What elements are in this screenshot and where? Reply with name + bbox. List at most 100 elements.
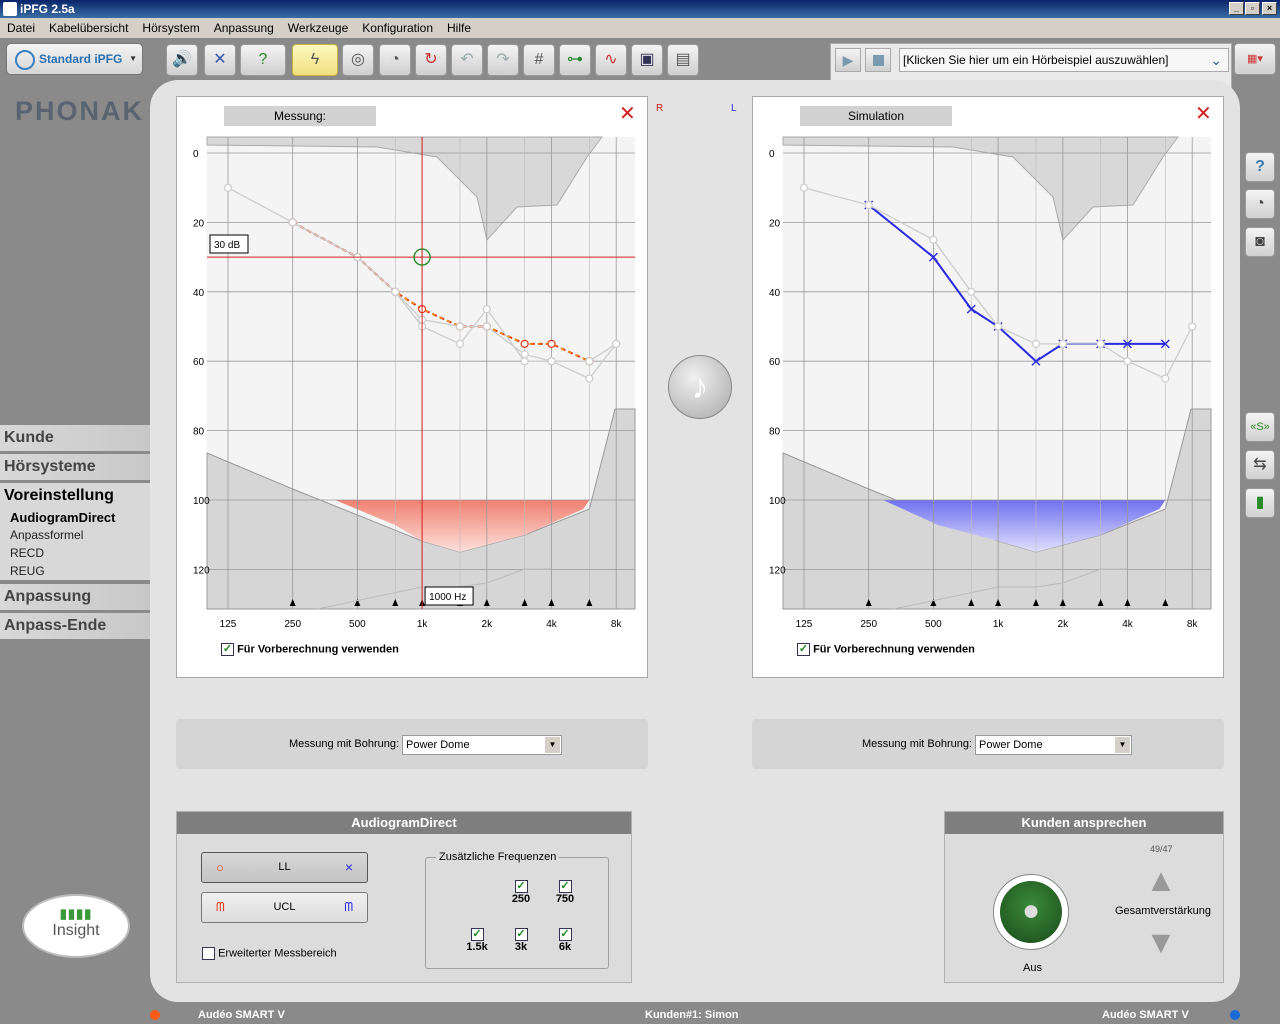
audiogram-chart-left-ear[interactable]: 0 20 40 60 80 100 120 125 250 500 1k 2k 4k 8k	[753, 97, 1223, 637]
kunden-ansprechen-group: Kunden ansprechen ● Aus 49/47 ▲ Gesamtve…	[944, 811, 1224, 983]
ear-help-icon[interactable]: ?	[240, 44, 286, 76]
bohrung-select-right[interactable]: Power Dome ▼	[975, 735, 1132, 755]
chevron-down-icon: ▼	[1115, 737, 1130, 753]
nav-sub-reug[interactable]: REUG	[10, 564, 45, 578]
checkmark-icon: ✓	[558, 880, 572, 893]
redo-icon[interactable]: ↷	[487, 44, 519, 76]
restore-button[interactable]: ▫	[1245, 2, 1260, 15]
y-tick-label: 0	[769, 149, 775, 160]
audiogram-chart-right-ear[interactable]: 0 20 40 60 80 100 120 125 250 500 1k 2k 4k 8k 30 dB 100…	[177, 97, 647, 637]
status-right-device: Audéo SMART V	[1102, 1009, 1189, 1021]
extended-range-label: Erweiterter Messbereich	[218, 947, 337, 960]
data-point-circle	[929, 235, 938, 244]
data-point-circle	[288, 218, 297, 227]
menu-werkzeuge[interactable]: Werkzeuge	[281, 18, 355, 38]
precalc-checkbox-left[interactable]: ✓ Für Vorberechnung verwenden	[221, 643, 399, 656]
network-icon[interactable]: ⊶	[559, 44, 591, 76]
curve-icon[interactable]: ∿	[595, 44, 627, 76]
bohrung-select-left[interactable]: Power Dome ▼	[402, 735, 562, 755]
ucl-button[interactable]: ᗰ UCL ᗰ	[201, 892, 368, 923]
right-toolbar-area	[1240, 80, 1280, 1024]
ll-button[interactable]: ○ LL ×	[201, 852, 368, 883]
status-bar: Audéo SMART V Kunden#1: Simon Audéo SMAR…	[150, 1006, 1240, 1024]
nav-hoersysteme[interactable]: Hörsysteme	[0, 454, 160, 480]
freq-6k[interactable]: ✓ 6k	[550, 928, 580, 953]
camera-icon[interactable]: ◙	[1245, 227, 1275, 257]
menu-konfiguration[interactable]: Konfiguration	[355, 18, 440, 38]
freq-750[interactable]: ✓ 750	[550, 880, 580, 905]
ucl-bracket-icon: ᗰ	[344, 900, 353, 914]
menu-hilfe[interactable]: Hilfe	[440, 18, 478, 38]
swap-icon[interactable]: ⇆	[1245, 450, 1275, 480]
profile-dropdown[interactable]: Standard iPFG ▼	[6, 43, 143, 75]
bohrung-label-right: Messung mit Bohrung:	[862, 738, 973, 750]
profile-icon	[15, 50, 35, 70]
speaker-icon[interactable]: 🔊	[166, 44, 198, 76]
target-icon[interactable]: ◎	[342, 44, 374, 76]
x-tick-label: 1k	[417, 619, 429, 630]
ear-feedback-icon[interactable]: ϟ	[292, 44, 338, 76]
cursor-db-label: 30 dB	[214, 240, 240, 251]
nav-voreinstellung[interactable]: Voreinstellung	[0, 483, 165, 509]
battery-icon[interactable]: ▮	[1245, 488, 1275, 518]
phonak-logo: PHONAK	[15, 96, 145, 126]
nav-sub-recd[interactable]: RECD	[10, 546, 44, 560]
sound-select-text: [Klicken Sie hier um ein Hörbeispiel aus…	[903, 53, 1169, 67]
mute-icon[interactable]: ✕	[204, 44, 236, 76]
menu-anpassung[interactable]: Anpassung	[207, 18, 281, 38]
data-point-circle	[455, 339, 465, 348]
menu-datei[interactable]: Datei	[0, 18, 42, 38]
status-client: Kunden#1: Simon	[645, 1009, 739, 1021]
undo-icon[interactable]: ↶	[451, 44, 483, 76]
nav-anpassung[interactable]: Anpassung	[0, 584, 160, 610]
talk-state-label: Aus	[1023, 962, 1042, 974]
gain-down-icon[interactable]: ▼	[1143, 924, 1179, 960]
close-window-button[interactable]: ×	[1262, 2, 1277, 15]
minimize-button[interactable]: _	[1229, 2, 1244, 15]
freq-1-5k[interactable]: ✓ 1.5k	[462, 928, 492, 953]
data-point-circle	[391, 287, 400, 296]
print-icon[interactable]: ▤	[667, 44, 699, 76]
nav-kunde[interactable]: Kunde	[0, 425, 160, 451]
y-tick-label: 80	[769, 427, 781, 438]
ll-label: LL	[278, 861, 291, 873]
data-point-circle	[482, 305, 491, 314]
talk-to-client-button[interactable]: ●	[993, 874, 1069, 950]
music-note-icon[interactable]: ♪	[668, 355, 732, 419]
insight-logo[interactable]: ▮▮▮▮ Insight	[22, 894, 130, 958]
sound-example-select[interactable]: [Klicken Sie hier um ein Hörbeispiel aus…	[899, 48, 1229, 72]
x-tick-label: 500	[925, 619, 942, 630]
ear-grid-icon[interactable]: #	[523, 44, 555, 76]
audiogramdirect-group: AudiogramDirect ○ LL × ᗰ UCL ᗰ Erweitert…	[176, 811, 632, 983]
precalc-checkbox-right[interactable]: ✓ Für Vorberechnung verwenden	[797, 643, 975, 656]
nav-anpass-ende[interactable]: Anpass-Ende	[0, 613, 160, 639]
x-tick-label: 8k	[611, 619, 623, 630]
profile-label: Standard iPFG	[39, 52, 123, 66]
bohrung-label-left: Messung mit Bohrung:	[289, 738, 400, 750]
nav-sub-audiogramdirect[interactable]: AudiogramDirect	[10, 510, 115, 525]
refresh-icon[interactable]: ↻	[415, 44, 447, 76]
save-icon[interactable]: ▣	[631, 44, 663, 76]
freq-250[interactable]: ✓ 250	[506, 880, 536, 905]
y-tick-label: 60	[193, 357, 205, 368]
help-icon[interactable]: ?	[1245, 152, 1275, 182]
stop-icon[interactable]	[865, 48, 891, 72]
timer-icon[interactable]: ◔	[1245, 189, 1275, 219]
x-tick-label: 8k	[1187, 619, 1199, 630]
window-title: iPFG 2.5a	[20, 2, 75, 16]
s-bubble-icon[interactable]: «S»	[1245, 412, 1275, 442]
double-chevron-down-icon: ⌄	[1210, 52, 1222, 68]
nav-sub-anpassformel[interactable]: Anpassformel	[10, 528, 83, 542]
chevron-down-icon: ▼	[129, 54, 137, 63]
y-tick-label: 100	[193, 496, 210, 507]
sound-chart-dropdown[interactable]: ▦▾	[1234, 43, 1276, 75]
extended-range-checkbox[interactable]: Erweiterter Messbereich	[202, 947, 337, 960]
person-icon: ●	[1000, 881, 1062, 943]
gain-up-icon[interactable]: ▲	[1143, 862, 1179, 898]
ear-setup-icon[interactable]: ◔	[379, 44, 411, 76]
freq-3k[interactable]: ✓ 3k	[506, 928, 536, 953]
menu-kabeluebersicht[interactable]: Kabelübersicht	[42, 18, 135, 38]
circle-icon: ○	[216, 860, 224, 875]
play-icon[interactable]: ▶	[835, 48, 861, 72]
menu-hoersystem[interactable]: Hörsystem	[135, 18, 206, 38]
